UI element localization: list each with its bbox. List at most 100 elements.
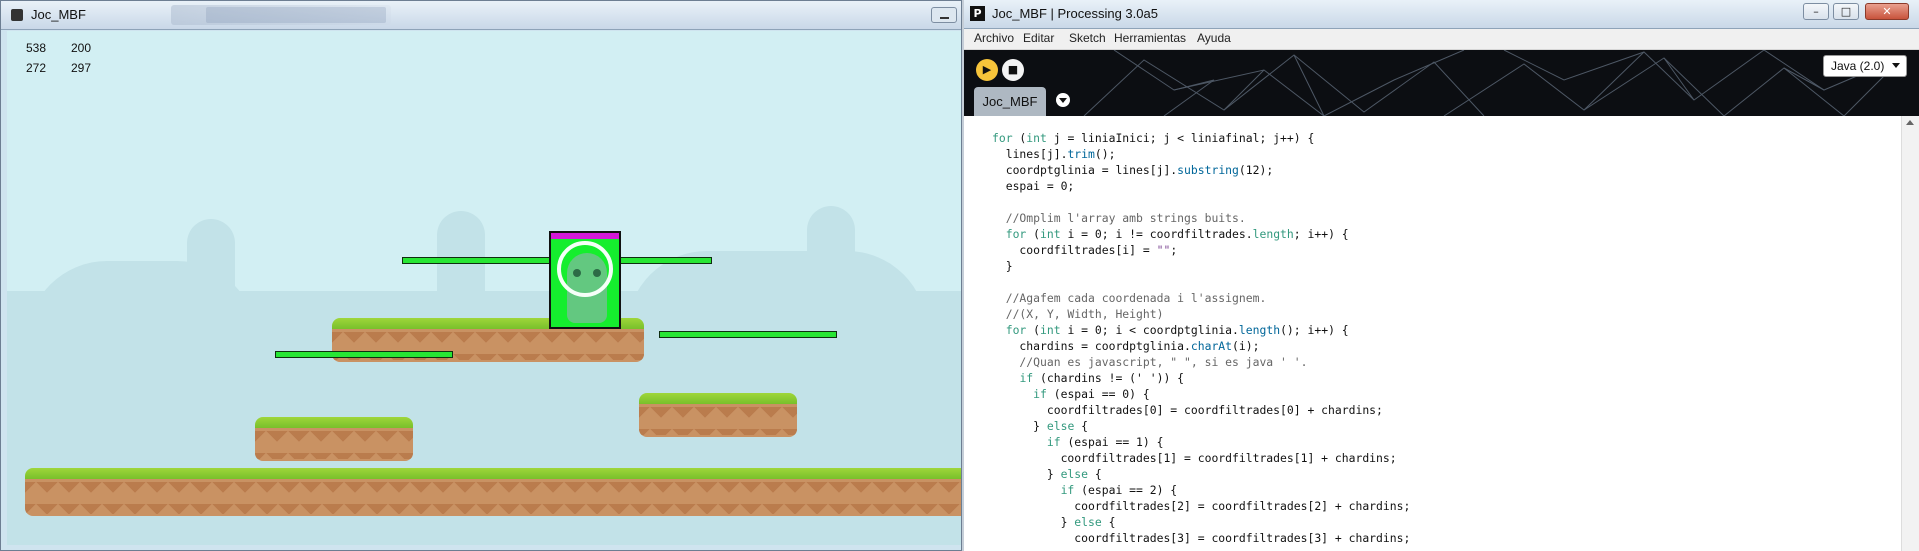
game-titlebar[interactable]: Joc_MBF: [1, 1, 961, 30]
code-token: i = 0; i < coordptglinia.: [1060, 323, 1239, 337]
code-token: (espai == 2) {: [1074, 483, 1178, 497]
mode-selector[interactable]: Java (2.0): [1823, 55, 1907, 77]
debug-value: 272: [26, 61, 47, 75]
code-token: int: [1026, 131, 1047, 145]
code-token: coordfiltrades[1] = coordfiltrades[1] + …: [992, 451, 1397, 465]
code-token: (: [1012, 131, 1027, 145]
menu-ayuda[interactable]: Ayuda: [1197, 31, 1231, 45]
code-line[interactable]: //(X, Y, Width, Height): [992, 306, 1410, 322]
player-bubble-ring: [557, 241, 613, 297]
code-line[interactable]: } else {: [992, 466, 1410, 482]
code-token: if: [1046, 435, 1061, 449]
code-token: }: [992, 467, 1061, 481]
collision-top-marker: [551, 233, 619, 239]
code-token: (chardins != (' ')) {: [1033, 371, 1185, 385]
menu-sketch[interactable]: Sketch: [1069, 31, 1106, 45]
code-line[interactable]: for (int i = 0; i != coordfiltrades.leng…: [992, 226, 1410, 242]
code-line[interactable]: for (int j = liniaInici; j < liniafinal;…: [992, 130, 1410, 146]
code-token: chardins = coordptglinia.: [992, 339, 1191, 353]
debug-value: 538: [26, 41, 47, 55]
code-token: i = 0; i != coordfiltrades.: [1060, 227, 1253, 241]
background-hill: [437, 211, 485, 321]
code-line[interactable]: chardins = coordptglinia.charAt(i);: [992, 338, 1410, 354]
collision-beam: [275, 351, 453, 358]
code-line[interactable]: [992, 274, 1410, 290]
ide-window-title: Joc_MBF | Processing 3.0a5: [992, 6, 1158, 21]
code-token: }: [992, 419, 1047, 433]
debug-value: 200: [71, 41, 92, 55]
code-line[interactable]: }: [992, 258, 1410, 274]
app-icon: [11, 9, 23, 21]
code-line[interactable]: } else {: [992, 418, 1410, 434]
code-token: else: [1074, 515, 1102, 529]
code-line[interactable]: if (espai == 1) {: [992, 434, 1410, 450]
game-canvas[interactable]: 538 200 272 297: [7, 31, 961, 545]
vertical-scrollbar[interactable]: [1901, 116, 1919, 551]
stop-button[interactable]: ■: [1002, 59, 1024, 81]
menu-archivo[interactable]: Archivo: [974, 31, 1014, 45]
code-token: for: [1005, 227, 1027, 241]
mode-selector-label: Java (2.0): [1831, 59, 1885, 73]
platform-low-right: [639, 393, 797, 437]
code-token: //(X, Y, Width, Height): [992, 307, 1164, 321]
ide-titlebar[interactable]: P Joc_MBF | Processing 3.0a5 – □ ✕: [964, 0, 1919, 29]
code-token: }: [992, 259, 1013, 273]
code-token: (espai == 1) {: [1060, 435, 1164, 449]
code-line[interactable]: coordptglinia = lines[j].substring(12);: [992, 162, 1410, 178]
menu-editar[interactable]: Editar: [1023, 31, 1054, 45]
code-line[interactable]: if (espai == 2) {: [992, 482, 1410, 498]
minimize-button[interactable]: –: [1803, 3, 1829, 20]
code-token: coordfiltrades[3] = coordfiltrades[3] + …: [992, 531, 1411, 545]
processing-ide-window: P Joc_MBF | Processing 3.0a5 – □ ✕ Archi…: [962, 0, 1919, 551]
code-token: trim: [1067, 147, 1095, 161]
code-line[interactable]: lines[j].trim();: [992, 146, 1410, 162]
code-token: {: [1074, 419, 1089, 433]
code-token: {: [1088, 467, 1102, 481]
code-line[interactable]: coordfiltrades[2] = coordfiltrades[2] + …: [992, 498, 1410, 514]
code-token: }: [992, 515, 1075, 529]
code-text[interactable]: for (int j = liniaInici; j < liniafinal;…: [992, 130, 1410, 546]
code-line[interactable]: } else {: [992, 514, 1410, 530]
code-line[interactable]: espai = 0;: [992, 178, 1410, 194]
tab-menu-icon[interactable]: [1056, 93, 1070, 107]
scroll-up-arrow-icon[interactable]: [1906, 120, 1914, 125]
close-button[interactable]: ✕: [1865, 3, 1909, 20]
code-token: (: [1026, 227, 1041, 241]
code-token: lines[j].: [992, 147, 1068, 161]
code-line[interactable]: coordfiltrades[3] = coordfiltrades[3] + …: [992, 530, 1410, 546]
network-background: [1083, 50, 1905, 116]
code-line[interactable]: if (chardins != (' ')) {: [992, 370, 1410, 386]
minimize-button[interactable]: [931, 7, 957, 23]
code-token: coordfiltrades[i] =: [992, 243, 1157, 257]
menu-herramientas[interactable]: Herramientas: [1114, 31, 1186, 45]
play-icon: ▶: [982, 63, 992, 76]
processing-logo-icon: P: [970, 6, 985, 21]
code-line[interactable]: //Omplim l'array amb strings buits.: [992, 210, 1410, 226]
code-token: "": [1156, 243, 1171, 257]
code-line[interactable]: //Agafem cada coordenada i l'assignem.: [992, 290, 1410, 306]
code-line[interactable]: coordfiltrades[1] = coordfiltrades[1] + …: [992, 450, 1410, 466]
debug-value: 297: [71, 61, 92, 75]
code-line[interactable]: for (int i = 0; i < coordptglinia.length…: [992, 322, 1410, 338]
code-token: //Quan es javascript, " ", si es java ' …: [992, 355, 1308, 369]
code-line[interactable]: coordfiltrades[i] = "";: [992, 242, 1410, 258]
code-token: charAt: [1190, 339, 1233, 353]
code-line[interactable]: [992, 194, 1410, 210]
platform-ground: [25, 468, 961, 516]
tab-sketch[interactable]: Joc_MBF: [974, 87, 1046, 116]
code-editor[interactable]: for (int j = liniaInici; j < liniafinal;…: [964, 116, 1904, 551]
code-token: coordptglinia = lines[j].: [992, 163, 1178, 177]
code-line[interactable]: coordfiltrades[0] = coordfiltrades[0] + …: [992, 402, 1410, 418]
code-token: length: [1238, 323, 1281, 337]
code-token: substring: [1177, 163, 1239, 177]
code-line[interactable]: if (espai == 0) {: [992, 386, 1410, 402]
code-token: ;: [1170, 243, 1178, 257]
maximize-button[interactable]: □: [1833, 3, 1859, 20]
code-line[interactable]: //Quan es javascript, " ", si es java ' …: [992, 354, 1410, 370]
code-token: (: [1026, 323, 1041, 337]
ide-toolbar: ▶ ■ Java (2.0) Joc_MBF: [964, 50, 1919, 116]
game-window-title: Joc_MBF: [31, 7, 86, 22]
run-button[interactable]: ▶: [976, 59, 998, 81]
